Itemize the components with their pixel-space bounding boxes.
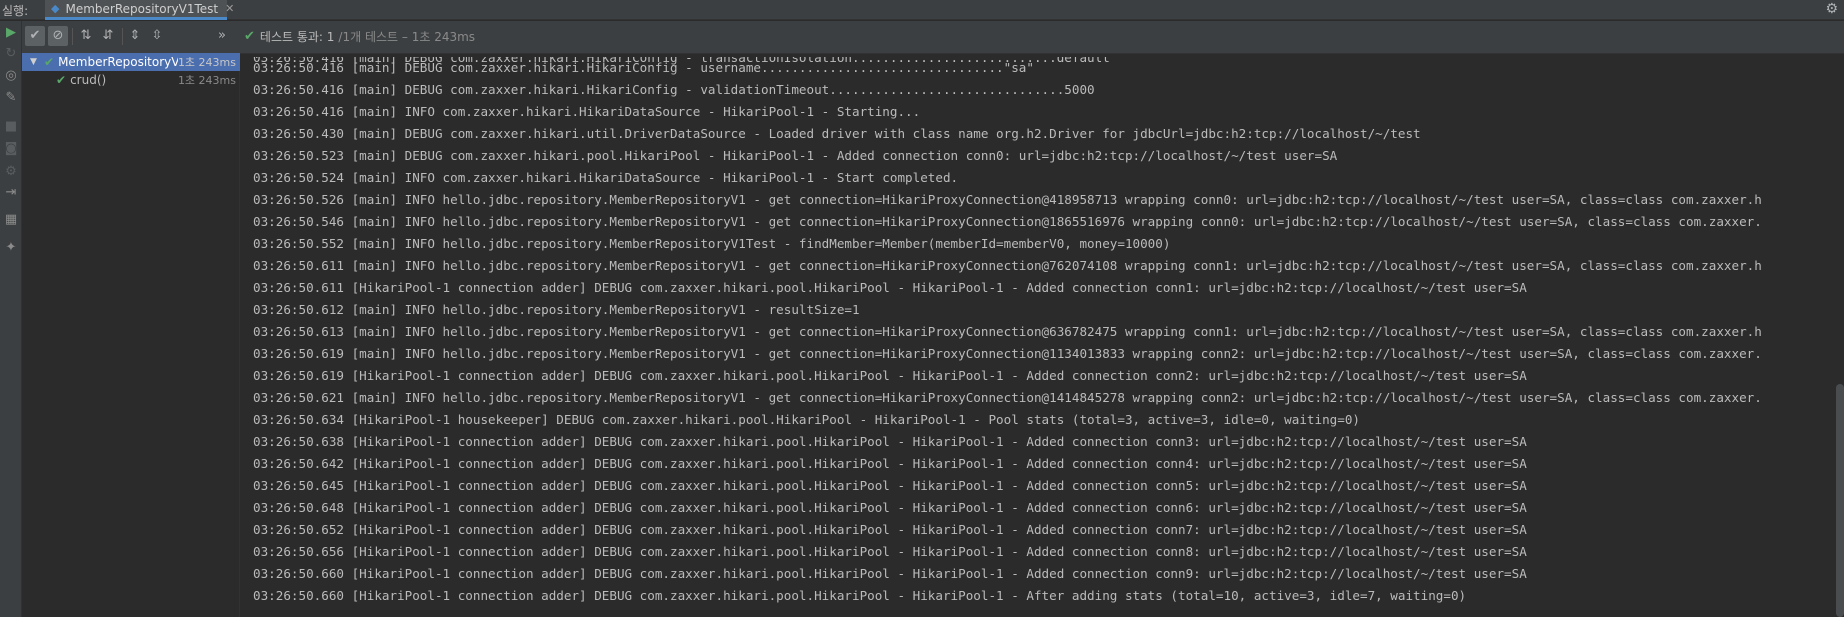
log-line: 03:26:50.638 [HikariPool-1 connection ad… (253, 434, 1527, 449)
run-config-icon: ◆ (51, 2, 60, 15)
log-line: 03:26:50.526 [main] INFO hello.jdbc.repo… (253, 192, 1762, 207)
log-line: 03:26:50.645 [HikariPool-1 connection ad… (253, 478, 1527, 493)
console-output[interactable]: 03:26:50.416 [main] DEBUG com.zaxxer.hik… (241, 54, 1844, 617)
test-tree: ▼ ✔ MemberRepositoryV1 1초 243ms ✔ crud()… (22, 53, 240, 617)
tree-item-label: crud() (70, 73, 107, 87)
test-toolbar: ✔ ⊘ ⇅ ⇵ ⇕ ⇳ » ✔ 테스트 통과: 1 /1개 테스트 – 1초 2… (22, 21, 1844, 54)
log-line: 03:26:50.648 [HikariPool-1 connection ad… (253, 500, 1527, 515)
run-label: 실행: (2, 4, 29, 18)
log-line: 03:26:50.523 [main] DEBUG com.zaxxer.hik… (253, 148, 1338, 163)
run-tab-bar: 실행: ◆ MemberRepositoryV1Test ✕ ⚙ (0, 0, 1844, 20)
collapse-all-button[interactable]: ⇳ (147, 26, 167, 46)
check-icon: ✔ (244, 29, 255, 44)
log-line: 03:26:50.552 [main] INFO hello.jdbc.repo… (253, 236, 1171, 251)
log-line: 03:26:50.430 [main] DEBUG com.zaxxer.hik… (253, 126, 1421, 141)
tree-item-root[interactable]: ▼ ✔ MemberRepositoryV1 1초 243ms (22, 53, 240, 71)
log-line: 03:26:50.612 [main] INFO hello.jdbc.repo… (253, 302, 860, 317)
log-line: 03:26:50.613 [main] INFO hello.jdbc.repo… (253, 324, 1762, 339)
log-line: 03:26:50.656 [HikariPool-1 connection ad… (253, 544, 1527, 559)
chevron-down-icon[interactable]: ▼ (30, 57, 40, 67)
log-line: 03:26:50.416 [main] DEBUG com.zaxxer.hik… (253, 82, 1095, 97)
log-line: 03:26:50.660 [HikariPool-1 connection ad… (253, 566, 1527, 581)
show-passed-button[interactable]: ✔ (25, 26, 45, 46)
log-line: 03:26:50.416 [main] INFO com.zaxxer.hika… (253, 104, 921, 119)
tree-item-time: 1초 243ms (177, 56, 236, 69)
log-line: 03:26:50.611 [HikariPool-1 connection ad… (253, 280, 1527, 295)
log-line: 03:26:50.642 [HikariPool-1 connection ad… (253, 456, 1527, 471)
tree-item-crud[interactable]: ✔ crud() 1초 243ms (22, 71, 240, 89)
status-detail: /1개 테스트 – 1초 243ms (338, 30, 476, 44)
left-toolbar: ▶ ↻ ◎ ✎ ■ ◙ ⚙ ⇥ ▦ ✦ (0, 21, 22, 617)
camera-icon[interactable]: ◙ (0, 141, 22, 156)
test-status: ✔ 테스트 통과: 1 /1개 테스트 – 1초 243ms (244, 28, 475, 45)
rerun-failed-icon[interactable]: ↻ (0, 46, 22, 61)
sort-duration-button[interactable]: ⇵ (98, 26, 118, 46)
tab-title: MemberRepositoryV1Test (65, 1, 219, 16)
log-line: 03:26:50.634 [HikariPool-1 housekeeper] … (253, 412, 1360, 427)
vertical-scrollbar[interactable] (1836, 384, 1844, 617)
rerun-icon[interactable]: ▶ (0, 25, 22, 40)
log-line: 03:26:50.621 [main] INFO hello.jdbc.repo… (253, 390, 1762, 405)
wrench-icon[interactable]: ✎ (0, 90, 22, 105)
log-line: 03:26:50.652 [HikariPool-1 connection ad… (253, 522, 1527, 537)
log-line: 03:26:50.524 [main] INFO com.zaxxer.hika… (253, 170, 959, 185)
pin-icon[interactable]: ✦ (0, 240, 22, 255)
log-line: 03:26:50.416 [main] DEBUG com.zaxxer.hik… (253, 60, 1034, 75)
run-tool-window: 실행: ◆ MemberRepositoryV1Test ✕ ⚙ ▶ ↻ ◎ ✎… (0, 0, 1844, 617)
close-icon[interactable]: ✕ (225, 2, 234, 15)
check-icon: ✔ (44, 55, 55, 69)
gear-icon[interactable]: ⚙ (1825, 1, 1838, 17)
log-line: 03:26:50.660 [HikariPool-1 connection ad… (253, 588, 1467, 603)
log-line: 03:26:50.611 [main] INFO hello.jdbc.repo… (253, 258, 1762, 273)
tab-member-repository-test[interactable]: ◆ MemberRepositoryV1Test ✕ (45, 0, 234, 20)
settings-icon[interactable]: ⚙ (0, 164, 22, 179)
log-line: 03:26:50.546 [main] INFO hello.jdbc.repo… (253, 214, 1762, 229)
toolbar-divider (122, 28, 123, 45)
toolbar-divider (72, 28, 73, 45)
check-icon: ✔ (56, 73, 67, 87)
more-button[interactable]: » (212, 26, 232, 46)
sort-alpha-button[interactable]: ⇅ (76, 26, 96, 46)
stop-icon[interactable]: ■ (0, 119, 22, 134)
log-line: 03:26:50.619 [HikariPool-1 connection ad… (253, 368, 1527, 383)
log-line: 03:26:50.619 [main] INFO hello.jdbc.repo… (253, 346, 1762, 361)
tree-item-label: MemberRepositoryV1 (58, 55, 178, 69)
exit-icon[interactable]: ⇥ (0, 185, 22, 200)
layout-icon[interactable]: ▦ (0, 212, 22, 227)
expand-all-button[interactable]: ⇕ (125, 26, 145, 46)
tree-item-time: 1초 243ms (177, 74, 236, 87)
status-text: 테스트 통과: 1 (259, 30, 335, 44)
debug-icon[interactable]: ◎ (0, 68, 22, 83)
show-ignored-button[interactable]: ⊘ (48, 26, 68, 46)
